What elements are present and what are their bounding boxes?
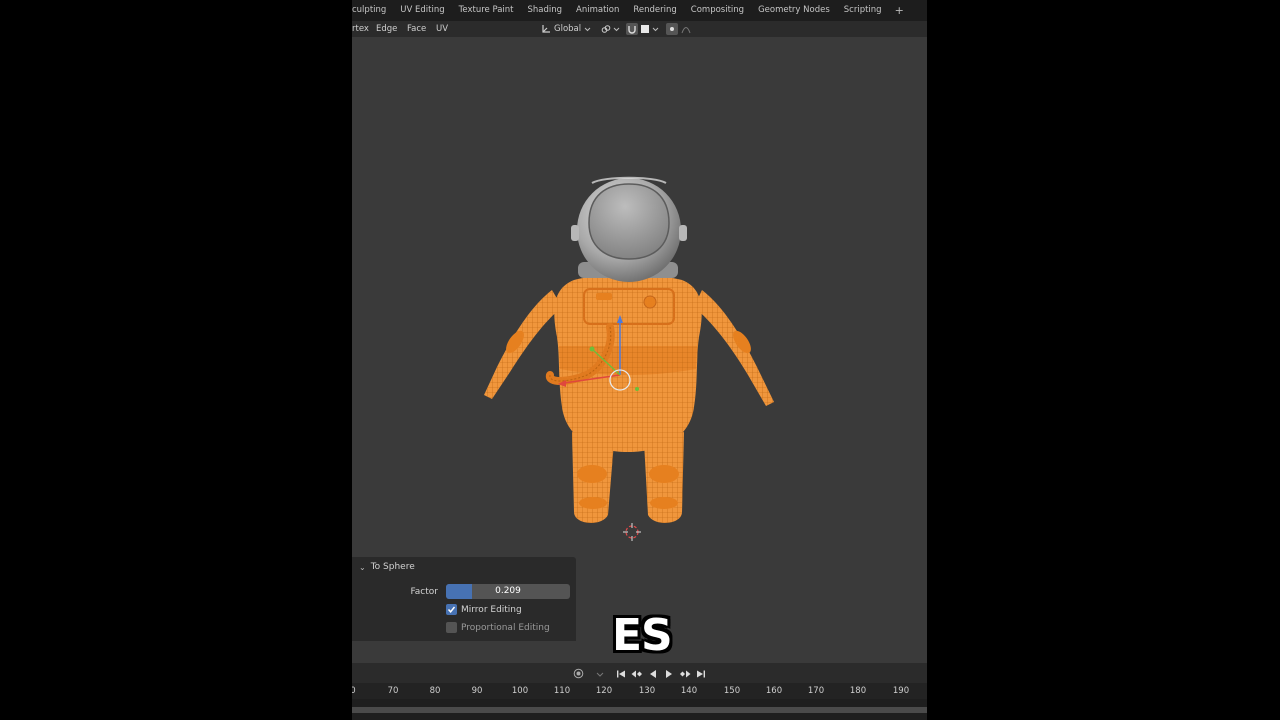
checkmark-icon xyxy=(447,606,456,613)
operator-panel-header[interactable]: ⌄ To Sphere xyxy=(359,562,415,572)
tab-rendering[interactable]: Rendering xyxy=(626,0,683,21)
keying-dropdown[interactable] xyxy=(589,668,611,680)
menu-uv[interactable]: UV xyxy=(436,21,448,37)
add-workspace-button[interactable]: + xyxy=(889,4,910,17)
chevron-down-icon xyxy=(584,27,591,32)
orientation-icon xyxy=(542,25,550,33)
snapping-toggle[interactable] xyxy=(626,23,659,35)
frame-tick: 120 xyxy=(595,686,613,696)
chevron-down-icon xyxy=(596,672,603,677)
helmet xyxy=(571,176,687,282)
frame-tick: 140 xyxy=(680,686,698,696)
timeline: 0 70 80 90 100 110 120 130 140 150 160 1… xyxy=(352,663,927,720)
frame-tick: 90 xyxy=(471,686,483,696)
transform-orientation-dropdown[interactable]: Global xyxy=(541,23,591,35)
frame-tick: 160 xyxy=(765,686,783,696)
mirror-editing-label: Mirror Editing xyxy=(461,604,522,615)
frame-ruler[interactable]: 0 70 80 90 100 110 120 130 140 150 160 1… xyxy=(352,683,927,699)
right-arm xyxy=(694,290,774,406)
frame-tick: 170 xyxy=(807,686,825,696)
snap-target-icon xyxy=(641,25,649,33)
menu-vertex[interactable]: rtex xyxy=(352,21,369,37)
workspace-tabs: culpting UV Editing Texture Paint Shadin… xyxy=(352,0,927,21)
play-reverse-icon xyxy=(649,669,656,678)
timeline-scrollbar[interactable] xyxy=(352,707,927,713)
record-icon xyxy=(573,668,584,679)
tab-uv-editing[interactable]: UV Editing xyxy=(393,0,451,21)
tab-animation[interactable]: Animation xyxy=(569,0,626,21)
orientation-label: Global xyxy=(554,24,582,34)
magnet-icon xyxy=(626,23,638,35)
viewport-header: rtex Edge Face UV Global xyxy=(352,21,927,37)
frame-tick: 190 xyxy=(892,686,910,696)
proportional-editing-label: Proportional Editing xyxy=(461,622,550,633)
factor-slider[interactable]: 0.209 xyxy=(446,584,570,599)
menu-edge[interactable]: Edge xyxy=(376,21,397,37)
pivot-point-dropdown[interactable] xyxy=(601,23,620,35)
frame-tick: 110 xyxy=(553,686,571,696)
frame-tick: 70 xyxy=(387,686,399,696)
playback-controls xyxy=(352,665,927,682)
play-reverse-button[interactable] xyxy=(647,668,659,680)
operator-title: To Sphere xyxy=(370,562,415,572)
jump-end-icon xyxy=(696,670,705,677)
link-icon xyxy=(601,25,611,33)
menu-face[interactable]: Face xyxy=(407,21,426,37)
jump-start-button[interactable] xyxy=(615,668,627,680)
operator-panel-to-sphere: ⌄ To Sphere Factor 0.209 Mirror Editing … xyxy=(352,557,576,641)
proportional-editing-checkbox[interactable]: Proportional Editing xyxy=(446,622,550,633)
timeline-track[interactable] xyxy=(352,699,927,720)
proportional-icon xyxy=(666,23,678,35)
torso xyxy=(546,274,702,452)
frame-tick: 80 xyxy=(429,686,441,696)
next-keyframe-button[interactable] xyxy=(679,668,691,680)
checkbox-unchecked[interactable] xyxy=(446,622,457,633)
3d-cursor[interactable] xyxy=(623,523,641,541)
frame-tick: 150 xyxy=(723,686,741,696)
tab-geometry-nodes[interactable]: Geometry Nodes xyxy=(751,0,837,21)
frame-tick: 130 xyxy=(638,686,656,696)
proportional-editing-toggle[interactable] xyxy=(666,23,691,35)
tab-scripting[interactable]: Scripting xyxy=(837,0,889,21)
jump-start-icon xyxy=(616,670,625,677)
play-button[interactable] xyxy=(663,668,675,680)
tab-compositing[interactable]: Compositing xyxy=(684,0,751,21)
frame-tick: 180 xyxy=(849,686,867,696)
tab-shading[interactable]: Shading xyxy=(521,0,570,21)
auto-keying-button[interactable] xyxy=(573,668,585,680)
factor-value: 0.209 xyxy=(495,586,521,596)
prev-keyframe-button[interactable] xyxy=(631,668,643,680)
chevron-down-icon xyxy=(613,27,620,32)
checkbox-checked[interactable] xyxy=(446,604,457,615)
frame-tick: 100 xyxy=(511,686,529,696)
tab-sculpting[interactable]: culpting xyxy=(352,0,393,21)
tab-texture-paint[interactable]: Texture Paint xyxy=(452,0,521,21)
prev-keyframe-icon xyxy=(631,670,642,677)
chevron-down-icon: ⌄ xyxy=(359,562,366,572)
frame-tick: 0 xyxy=(352,686,356,696)
mirror-editing-checkbox[interactable]: Mirror Editing xyxy=(446,604,522,615)
next-keyframe-icon xyxy=(679,670,690,677)
jump-end-button[interactable] xyxy=(695,668,707,680)
chevron-down-icon xyxy=(652,27,659,32)
factor-label: Factor xyxy=(410,587,438,597)
subtitle-caption: ES xyxy=(612,610,673,661)
falloff-icon xyxy=(681,27,691,34)
play-icon xyxy=(665,669,672,678)
